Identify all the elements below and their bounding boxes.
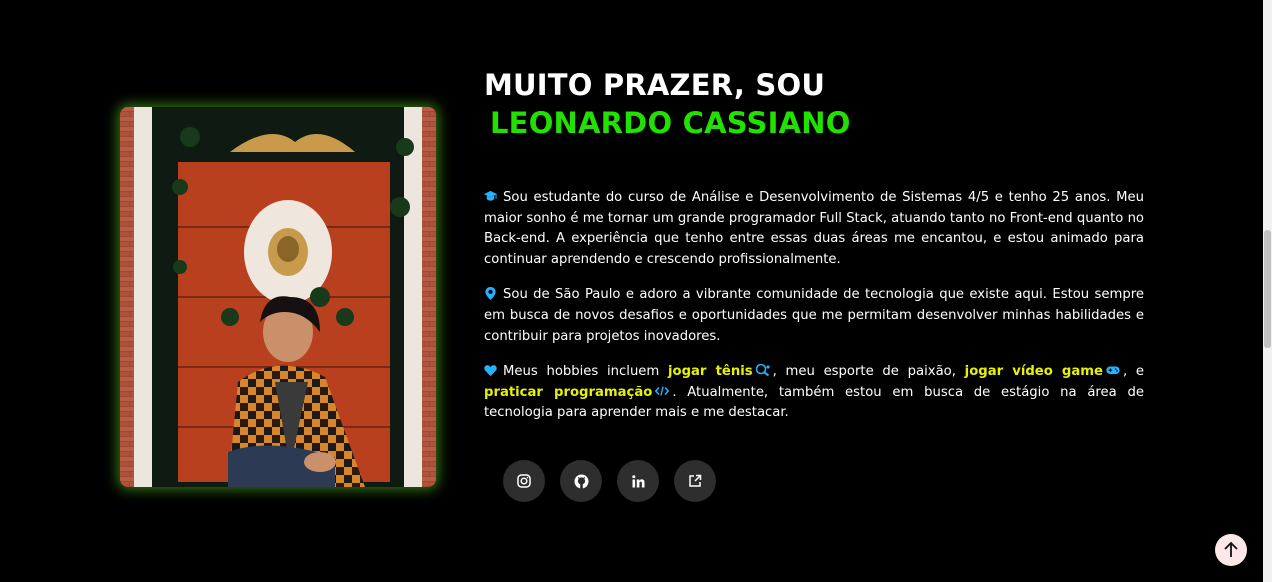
scroll-to-top-button[interactable]: [1215, 534, 1247, 566]
profile-photo: [120, 107, 436, 487]
github-icon: [574, 474, 588, 489]
bio-text-study: Sou estudante do curso de Análise e Dese…: [484, 190, 1144, 267]
scrollbar-track[interactable]: [1263, 0, 1272, 582]
hobbies-intro: Meus hobbies incluem: [503, 364, 660, 380]
bio-paragraph-study: Sou estudante do curso de Análise e Dese…: [484, 188, 1144, 270]
hobbies-sep1: , meu esporte de paixão,: [772, 364, 956, 380]
tennis-icon: [755, 364, 770, 377]
bio-paragraph-hobbies: Meus hobbies incluem jogar tênis , meu e…: [484, 362, 1144, 424]
heart-icon: [484, 365, 497, 377]
arrow-up-icon: [1224, 541, 1238, 557]
instagram-icon: [517, 474, 531, 488]
bio-section: Sou estudante do curso de Análise e Dese…: [484, 188, 1144, 439]
scrollbar-thumb[interactable]: [1264, 230, 1271, 348]
hobby-programming: praticar programação: [484, 384, 653, 400]
title-line: MUITO PRAZER, SOU: [484, 68, 826, 102]
github-button[interactable]: [560, 460, 602, 502]
bio-text-location: Sou de São Paulo e adoro a vibrante comu…: [484, 287, 1144, 344]
hobby-videogame: jogar vídeo game: [964, 364, 1103, 380]
hobby-tennis: jogar tênis: [668, 364, 753, 380]
gamepad-icon: [1106, 366, 1120, 375]
title-name: LEONARDO CASSIANO: [490, 106, 851, 140]
code-icon: [655, 386, 670, 396]
hobbies-sep2: , e: [1122, 364, 1144, 380]
profile-photo-image: [120, 107, 436, 487]
linkedin-button[interactable]: [617, 460, 659, 502]
external-link-icon: [689, 474, 702, 487]
graduation-cap-icon: [484, 190, 497, 201]
instagram-button[interactable]: [503, 460, 545, 502]
linkedin-icon: [631, 474, 644, 487]
bio-paragraph-location: Sou de São Paulo e adoro a vibrante comu…: [484, 285, 1144, 347]
external-link-button[interactable]: [674, 460, 716, 502]
page-title: MUITO PRAZER, SOU LEONARDO CASSIANO: [484, 66, 851, 142]
map-pin-icon: [485, 287, 496, 301]
social-links: [503, 460, 716, 502]
